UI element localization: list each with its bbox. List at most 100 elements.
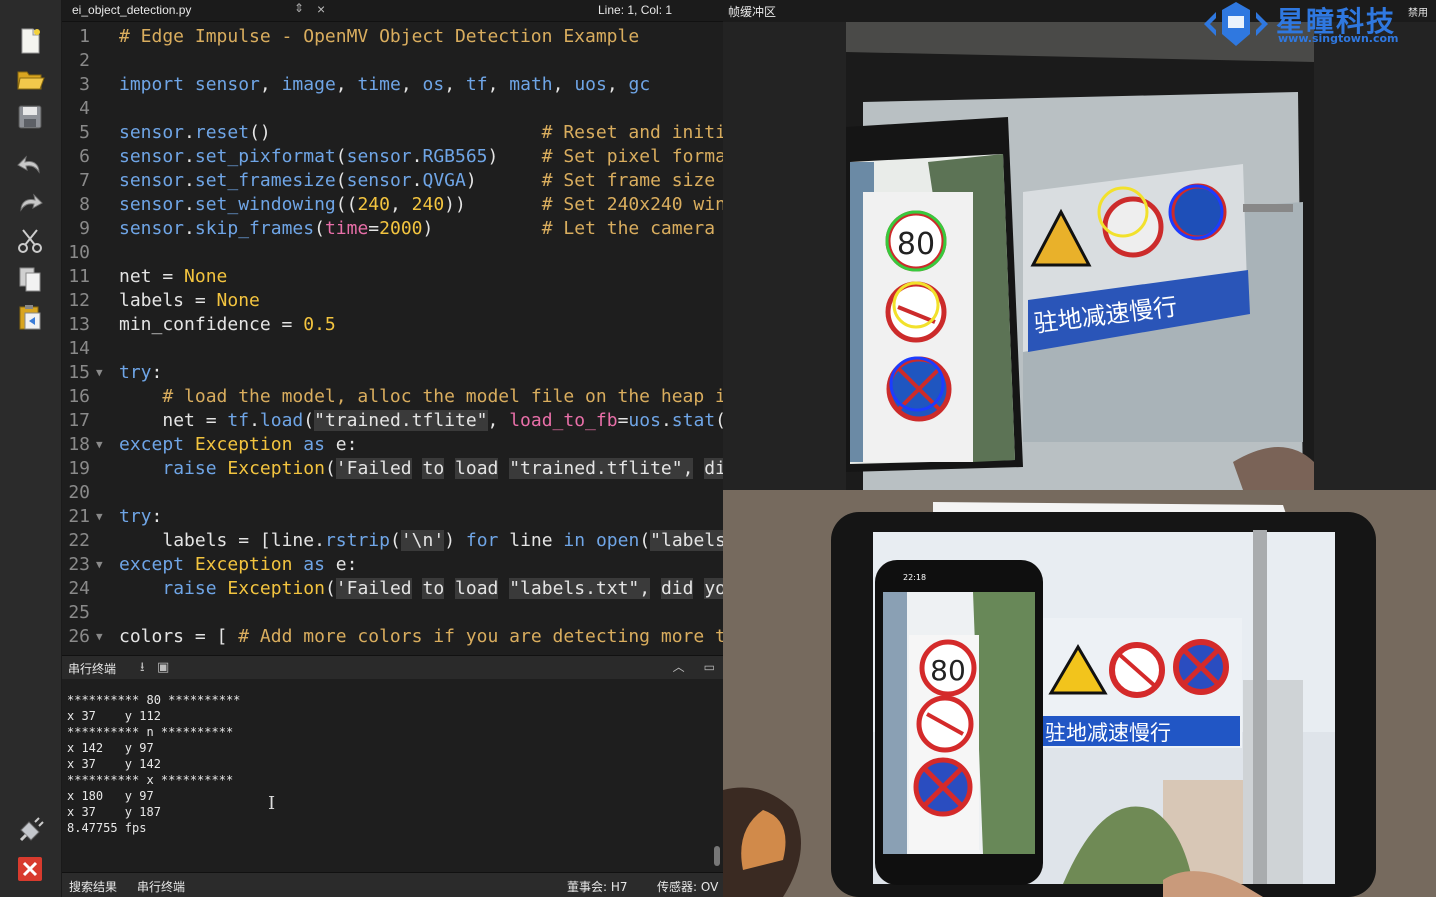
- terminal-scrollbar[interactable]: [714, 846, 720, 866]
- code-line[interactable]: 8 sensor.set_windowing((240, 240)) # Set …: [62, 193, 723, 217]
- code-line[interactable]: 11 net = None: [62, 265, 723, 289]
- code-line[interactable]: 26 ▼ colors = [ # Add more colors if you a…: [62, 625, 723, 649]
- paste-button[interactable]: [11, 300, 49, 334]
- collapse-icon[interactable]: ︿: [673, 660, 685, 674]
- line-number: 14: [68, 338, 90, 359]
- code-line[interactable]: 15 ▼ try:: [62, 361, 723, 385]
- file-switch-icon[interactable]: ⇕: [294, 1, 304, 15]
- line-number: 8: [79, 194, 90, 215]
- cut-button[interactable]: [11, 224, 49, 258]
- terminal-line: ********** x **********: [67, 773, 234, 787]
- line-number: 24: [68, 578, 90, 599]
- fold-arrow-icon[interactable]: ▼: [96, 625, 103, 649]
- file-tab-name[interactable]: ei_object_detection.py: [72, 3, 191, 17]
- clear-log-icon[interactable]: ▣: [157, 660, 169, 675]
- fold-arrow-icon[interactable]: ▼: [96, 433, 103, 457]
- code-line[interactable]: 3 import sensor, image, time, os, tf, mat…: [62, 73, 723, 97]
- code-line[interactable]: 6 sensor.set_pixformat(sensor.RGB565) # S…: [62, 145, 723, 169]
- code-line[interactable]: 19 raise Exception('Failed to load "trai…: [62, 457, 723, 481]
- brand-logo: 星瞳科技 www.singtown.com 禁用: [1200, 0, 1436, 50]
- close-tab-icon[interactable]: ×: [317, 1, 325, 17]
- code-text: min_confidence = 0.5: [119, 314, 336, 335]
- code-line[interactable]: 16 # load the model, alloc the model fil…: [62, 385, 723, 409]
- logo-mark-icon: [1204, 2, 1268, 46]
- undo-button[interactable]: [11, 148, 49, 182]
- line-number: 26: [68, 626, 90, 647]
- redo-icon: [20, 193, 43, 212]
- serial-terminal-tab[interactable]: 串行终端: [137, 878, 185, 895]
- code-line[interactable]: 4: [62, 97, 723, 121]
- frame-buffer-view: 80 驻地减速慢行: [723, 22, 1436, 490]
- code-line[interactable]: 21 ▼ try:: [62, 505, 723, 529]
- code-line[interactable]: 1 # Edge Impulse - OpenMV Object Detectio…: [62, 25, 723, 49]
- code-text: except Exception as e:: [119, 554, 358, 575]
- line-number: 11: [68, 266, 90, 287]
- maximize-icon[interactable]: ▭: [704, 660, 715, 674]
- code-line[interactable]: 18 ▼ except Exception as e:: [62, 433, 723, 457]
- code-line[interactable]: 13 min_confidence = 0.5: [62, 313, 723, 337]
- code-line[interactable]: 5 sensor.reset() # Reset and initi: [62, 121, 723, 145]
- code-editor[interactable]: 1 # Edge Impulse - OpenMV Object Detectio…: [62, 22, 723, 654]
- camera-frame: 80 驻地减速慢行: [846, 22, 1314, 490]
- new-file-icon: [21, 28, 40, 54]
- search-results-tab[interactable]: 搜索结果: [69, 878, 117, 895]
- copy-button[interactable]: [11, 262, 49, 296]
- line-number: 9: [79, 218, 90, 239]
- code-text: try:: [119, 362, 163, 383]
- board-label: 董事会: H7: [567, 880, 628, 894]
- code-text: sensor.set_framesize(sensor.QVGA) # Set …: [119, 170, 723, 191]
- terminal-line: x 180 y 97: [67, 789, 154, 803]
- open-file-button[interactable]: [11, 62, 49, 96]
- left-toolbar: [0, 0, 62, 897]
- code-text: colors = [ # Add more colors if you are …: [119, 626, 723, 647]
- code-line[interactable]: 9 sensor.skip_frames(time=2000) # Let the…: [62, 217, 723, 241]
- line-number: 19: [68, 458, 90, 479]
- code-line[interactable]: 23 ▼ except Exception as e:: [62, 553, 723, 577]
- code-line[interactable]: 22 labels = [line.rstrip('\n') for line …: [62, 529, 723, 553]
- code-line[interactable]: 12 labels = None: [62, 289, 723, 313]
- code-line[interactable]: 24 raise Exception('Failed to load "labe…: [62, 577, 723, 601]
- terminal-line: x 37 y 187: [67, 805, 161, 819]
- code-line[interactable]: 20: [62, 481, 723, 505]
- code-line[interactable]: 14: [62, 337, 723, 361]
- code-text: net = None: [119, 266, 228, 287]
- code-line[interactable]: 17 net = tf.load("trained.tflite", load_…: [62, 409, 723, 433]
- redo-button[interactable]: [11, 186, 49, 220]
- serial-terminal-output[interactable]: ********** 80 ********** x 37 y 112 ******…: [62, 679, 723, 872]
- new-file-button[interactable]: [11, 24, 49, 58]
- stop-button[interactable]: [11, 852, 49, 886]
- line-number: 13: [68, 314, 90, 335]
- code-text: try:: [119, 506, 163, 527]
- code-line[interactable]: 2: [62, 49, 723, 73]
- code-line[interactable]: 10: [62, 241, 723, 265]
- connect-button[interactable]: [11, 814, 49, 848]
- line-number: 22: [68, 530, 90, 551]
- scissors-icon: [18, 229, 42, 253]
- fold-arrow-icon[interactable]: ▼: [96, 553, 103, 577]
- line-number: 21: [68, 506, 90, 527]
- status-bar: 搜索结果 串行终端 董事会: H7 传感器: OV: [62, 872, 723, 897]
- line-number: 17: [68, 410, 90, 431]
- code-line[interactable]: 25: [62, 601, 723, 625]
- fold-arrow-icon[interactable]: ▼: [96, 505, 103, 529]
- photo-sign-text: 驻地减速慢行: [1045, 721, 1171, 745]
- photo-speed-text: 80: [930, 654, 966, 687]
- save-file-button[interactable]: [11, 100, 49, 134]
- code-text: # load the model, alloc the model file o…: [162, 386, 723, 407]
- sensor-label: 传感器: OV: [657, 880, 719, 894]
- phone-time: 22:18: [903, 573, 926, 582]
- cursor-position: Line: 1, Col: 1: [598, 3, 673, 17]
- fold-arrow-icon[interactable]: ▼: [96, 361, 103, 385]
- code-text: labels = None: [119, 290, 260, 311]
- line-number: 5: [79, 122, 90, 143]
- code-text: # Edge Impulse - OpenMV Object Detection…: [119, 26, 640, 47]
- code-text: sensor.set_pixformat(sensor.RGB565) # Se…: [119, 146, 723, 167]
- line-number: 6: [79, 146, 90, 167]
- logo-url: www.singtown.com: [1278, 32, 1399, 45]
- save-log-icon[interactable]: ⭳: [140, 660, 145, 675]
- code-line[interactable]: 7 sensor.set_framesize(sensor.QVGA) # Set…: [62, 169, 723, 193]
- code-text: sensor.reset() # Reset and initi: [119, 122, 723, 143]
- code-text: labels = [line.rstrip('\n') for line in …: [119, 529, 723, 553]
- line-number: 15: [68, 362, 90, 383]
- frame-buffer-title: 帧缓冲区: [728, 5, 777, 19]
